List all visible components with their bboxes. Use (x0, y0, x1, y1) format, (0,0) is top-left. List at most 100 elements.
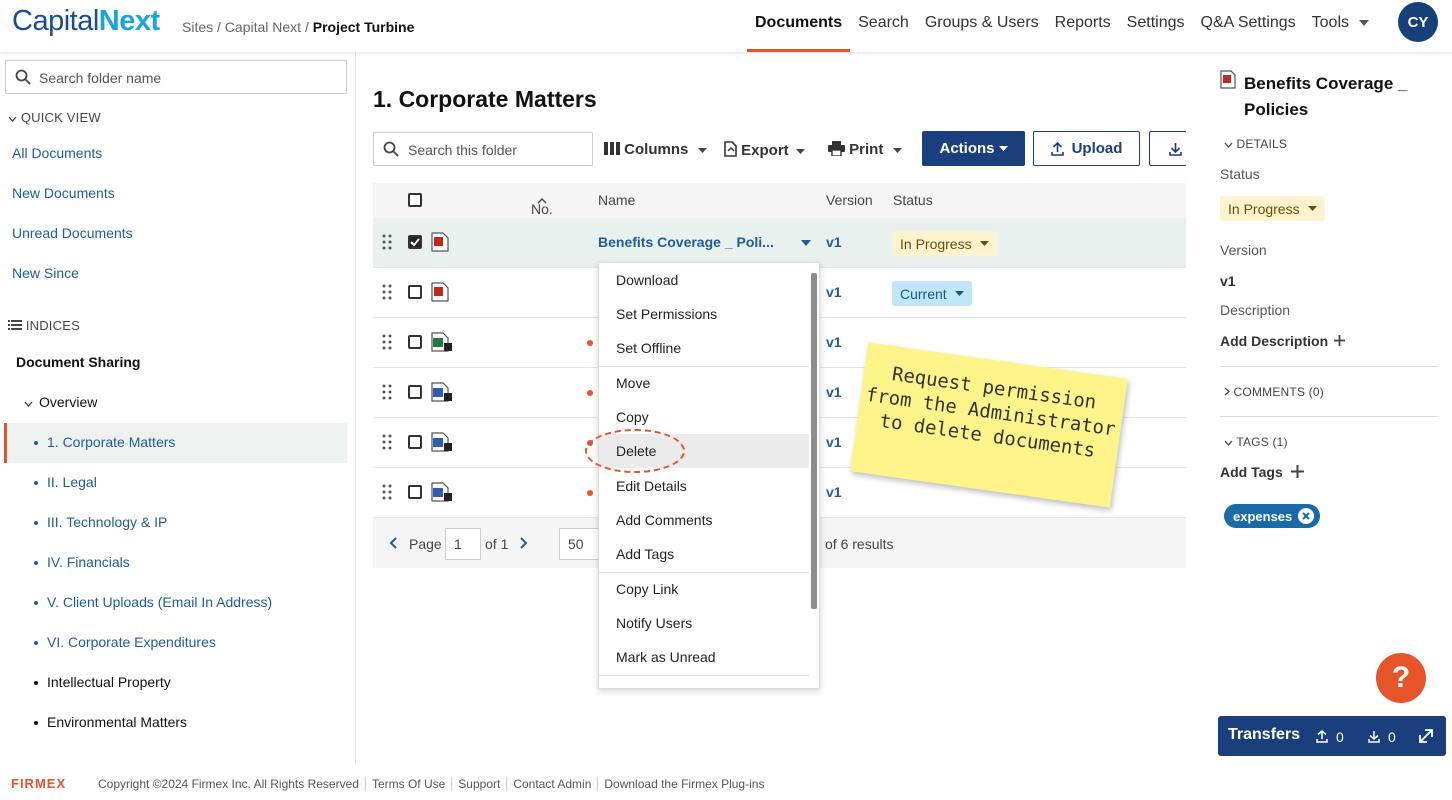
table-row[interactable]: Benefits Coverage _ Poli... v1 In Progre… (373, 218, 1186, 268)
nav-reports[interactable]: Reports (1047, 0, 1119, 52)
chevron-right-icon[interactable] (520, 537, 528, 549)
row-checkbox[interactable] (408, 485, 422, 499)
tag-pill[interactable]: expenses (1224, 504, 1321, 528)
details-section-toggle[interactable]: DETAILS (1224, 137, 1287, 151)
tree-intellectual-property[interactable]: Intellectual Property (34, 674, 171, 690)
menu-scrollbar[interactable] (811, 273, 817, 609)
row-checkbox[interactable] (408, 285, 422, 299)
tree-legal[interactable]: II. Legal (34, 474, 97, 490)
drag-handle-icon[interactable] (382, 434, 392, 450)
upload-button[interactable]: Upload (1033, 131, 1140, 166)
print-button[interactable]: Print (828, 141, 902, 158)
nav-tools[interactable]: Tools (1304, 0, 1378, 52)
add-tags-button[interactable]: Add Tags (1220, 464, 1304, 480)
version-link[interactable]: v1 (826, 334, 842, 350)
nav-settings[interactable]: Settings (1119, 0, 1193, 52)
quickview-all-documents[interactable]: All Documents (12, 145, 102, 161)
tree-corporate-expenditures[interactable]: VI. Corporate Expenditures (34, 634, 216, 650)
menu-copy-link[interactable]: Copy Link (599, 572, 809, 606)
check-icon (410, 238, 420, 247)
column-name[interactable]: Name (598, 192, 635, 208)
status-badge[interactable]: In Progress (892, 231, 997, 256)
tree-environmental-matters[interactable]: Environmental Matters (34, 714, 187, 730)
breadcrumb: Sites / Capital Next / Project Turbine (182, 19, 415, 35)
nav-qa-settings[interactable]: Q&A Settings (1192, 0, 1303, 52)
row-checkbox[interactable] (408, 385, 422, 399)
search-icon (15, 69, 31, 85)
drag-handle-icon[interactable] (382, 384, 392, 400)
quickview-unread-documents[interactable]: Unread Documents (12, 225, 133, 241)
menu-edit-details[interactable]: Edit Details (599, 469, 809, 503)
column-version[interactable]: Version (826, 192, 873, 208)
quickview-new-documents[interactable]: New Documents (12, 185, 115, 201)
details-panel: Benefits Coverage _ Policies DETAILS Sta… (1204, 52, 1452, 764)
download-button[interactable] (1149, 131, 1186, 166)
drag-handle-icon[interactable] (382, 334, 392, 350)
version-link[interactable]: v1 (826, 234, 842, 250)
document-name-link[interactable]: Benefits Coverage _ Poli... (598, 234, 774, 250)
support-link[interactable]: Support (451, 777, 506, 791)
quickview-new-since[interactable]: New Since (12, 265, 79, 281)
chevron-left-icon[interactable] (389, 537, 397, 549)
actions-button[interactable]: Actions (922, 131, 1025, 166)
drag-handle-icon[interactable] (382, 234, 392, 250)
index-document-sharing[interactable]: Document Sharing (16, 354, 140, 370)
menu-set-permissions[interactable]: Set Permissions (599, 297, 809, 331)
app-logo[interactable]: CapitalNext (12, 5, 160, 38)
drag-handle-icon[interactable] (382, 284, 392, 300)
menu-add-tags[interactable]: Add Tags (599, 537, 809, 571)
version-link[interactable]: v1 (826, 434, 842, 450)
description-label: Description (1220, 302, 1291, 318)
status-badge[interactable]: Current (892, 281, 972, 306)
tree-corporate-matters[interactable]: 1. Corporate Matters (34, 434, 175, 450)
columns-button[interactable]: Columns (604, 141, 707, 158)
tree-client-uploads[interactable]: V. Client Uploads (Email In Address) (34, 594, 272, 610)
tags-section-toggle[interactable]: TAGS (1) (1224, 435, 1288, 449)
version-link[interactable]: v1 (826, 384, 842, 400)
select-all-checkbox[interactable] (408, 193, 422, 207)
tree-overview[interactable]: Overview (24, 394, 97, 410)
caret-down-icon[interactable] (801, 240, 811, 246)
status-dropdown[interactable]: In Progress (1220, 196, 1325, 221)
quick-view-toggle[interactable]: QUICK VIEW (8, 110, 101, 125)
menu-add-comments[interactable]: Add Comments (599, 503, 809, 537)
menu-set-offline[interactable]: Set Offline (599, 331, 809, 365)
row-checkbox[interactable] (408, 335, 422, 349)
comments-section-toggle[interactable]: COMMENTS (0) (1224, 385, 1324, 399)
menu-notify-users[interactable]: Notify Users (599, 606, 809, 640)
export-button[interactable]: Export (723, 141, 805, 159)
menu-move[interactable]: Move (599, 366, 809, 400)
add-description-button[interactable]: Add Description (1220, 333, 1346, 349)
nav-groups-users[interactable]: Groups & Users (917, 0, 1047, 52)
breadcrumb-sites[interactable]: Sites (182, 19, 213, 35)
folder-search-input[interactable]: Search folder name (5, 60, 347, 94)
version-link[interactable]: v1 (826, 484, 842, 500)
column-no[interactable]: No. (531, 192, 553, 217)
nav-search[interactable]: Search (850, 0, 917, 52)
folder-content-search-input[interactable]: Search this folder (373, 132, 593, 166)
firmex-logo[interactable]: FIRMEX (11, 776, 66, 791)
contact-admin-link[interactable]: Contact Admin (506, 777, 597, 791)
version-link[interactable]: v1 (826, 284, 842, 300)
drag-handle-icon[interactable] (382, 484, 392, 500)
nav-documents[interactable]: Documents (747, 0, 851, 52)
row-checkbox[interactable] (408, 435, 422, 449)
breadcrumb-site[interactable]: Capital Next (225, 19, 301, 35)
menu-download[interactable]: Download (599, 263, 809, 297)
menu-add-redaction[interactable]: Add Redaction (599, 676, 809, 688)
plugins-link[interactable]: Download the Firmex Plug-ins (597, 777, 770, 791)
row-checkbox[interactable] (408, 235, 422, 249)
tree-technology-ip[interactable]: III. Technology & IP (34, 514, 167, 530)
indices-header[interactable]: INDICES (8, 318, 80, 333)
tree-financials[interactable]: IV. Financials (34, 554, 130, 570)
help-button[interactable]: ? (1376, 653, 1426, 703)
terms-link[interactable]: Terms Of Use (364, 777, 451, 791)
transfers-bar[interactable]: Transfers 0 0 (1218, 716, 1446, 756)
user-avatar[interactable]: CY (1398, 2, 1438, 42)
column-status[interactable]: Status (893, 192, 933, 208)
close-icon[interactable] (1298, 508, 1315, 524)
panel-divider (1220, 366, 1438, 367)
expand-icon[interactable] (1419, 729, 1433, 743)
menu-mark-unread[interactable]: Mark as Unread (599, 640, 809, 674)
page-number-input[interactable]: 1 (445, 528, 481, 560)
